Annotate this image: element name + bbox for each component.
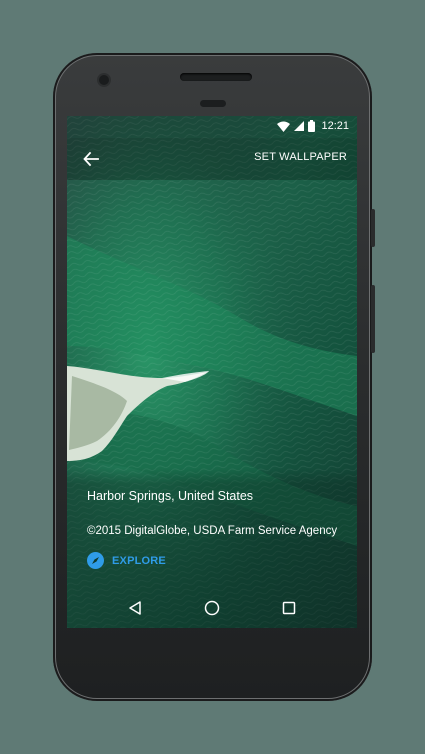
earpiece-speaker xyxy=(180,73,252,81)
attribution-text: ©2015 DigitalGlobe, USDA Farm Service Ag… xyxy=(87,525,338,537)
battery-icon xyxy=(308,120,316,132)
back-button[interactable] xyxy=(79,147,103,171)
compass-icon xyxy=(87,552,104,569)
back-triangle-icon xyxy=(129,601,142,615)
status-time: 12:21 xyxy=(321,120,349,132)
toolbar: SET WALLPAPER xyxy=(67,138,357,180)
explore-label: EXPLORE xyxy=(112,554,166,567)
wifi-icon xyxy=(277,121,291,132)
status-bar: 12:21 xyxy=(67,116,357,138)
explore-button[interactable]: EXPLORE xyxy=(87,552,166,569)
nav-back-button[interactable] xyxy=(123,596,147,620)
set-wallpaper-button[interactable]: SET WALLPAPER xyxy=(254,151,347,163)
arrow-back-icon xyxy=(83,151,99,167)
volume-button xyxy=(371,285,375,353)
recents-square-icon xyxy=(282,601,295,615)
location-title: Harbor Springs, United States xyxy=(87,489,254,503)
power-button xyxy=(371,209,375,247)
nav-home-button[interactable] xyxy=(200,596,224,620)
navigation-bar xyxy=(67,588,357,628)
front-camera xyxy=(99,75,109,85)
home-circle-icon xyxy=(204,600,220,616)
proximity-sensor xyxy=(200,100,226,107)
nav-recents-button[interactable] xyxy=(277,596,301,620)
phone-screen: 12:21 SET WALLPAPER Harbor Springs, Unit… xyxy=(67,116,357,628)
signal-icon xyxy=(294,121,305,131)
